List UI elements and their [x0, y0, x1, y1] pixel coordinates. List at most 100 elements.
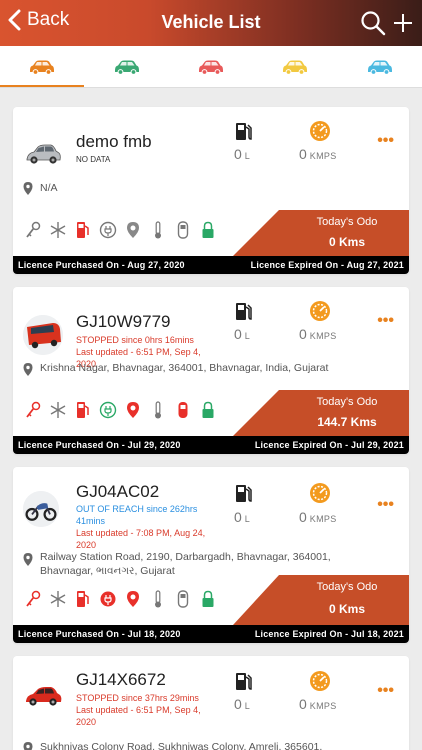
ignition-key-icon	[23, 399, 42, 421]
ignition-key-icon	[23, 219, 42, 241]
ac-snowflake-icon	[48, 588, 67, 610]
gps-pin-icon	[123, 588, 142, 610]
ac-snowflake-icon	[48, 219, 67, 241]
odo-value: 144.7 Kms	[317, 415, 377, 429]
todays-odo-banner: Today's Odo 0 Kms	[233, 575, 409, 625]
fuel-unit: L	[244, 331, 251, 341]
speed-reading: 0 KMPS	[299, 146, 337, 162]
vehicle-card[interactable]: GJ10W9779 STOPPED since 0hrs 16mins Last…	[13, 287, 409, 454]
vehicle-card[interactable]: GJ14X6672 STOPPED since 37hrs 29mins Las…	[13, 656, 409, 750]
gps-pin-icon	[123, 219, 142, 241]
app-header: Back Vehicle List	[0, 0, 422, 46]
door-icon	[173, 219, 192, 241]
vehicle-thumbnail-bus	[23, 315, 63, 355]
chevron-left-icon	[8, 9, 21, 31]
sensor-status-row	[23, 588, 217, 610]
speed-unit: KMPS	[309, 701, 337, 711]
car-icon	[283, 60, 308, 75]
odo-label: Today's Odo	[316, 216, 378, 228]
fuel-sensor-icon	[73, 219, 92, 241]
fuel-reading: 0L	[234, 326, 250, 342]
vehicle-address: Railway Station Road, 2190, Darbargadh, …	[40, 551, 331, 577]
location-pin-icon	[23, 182, 33, 195]
sensor-status-row	[23, 219, 217, 241]
fuel-pump-icon	[236, 123, 252, 140]
power-plug-icon	[98, 399, 117, 421]
door-icon	[173, 588, 192, 610]
door-icon	[173, 399, 192, 421]
ignition-key-icon	[23, 588, 42, 610]
vehicle-status: OUT OF REACH since 262hrs 41mins Last up…	[76, 503, 216, 551]
licence-expired: Licence Expired On - Jul 18, 2021	[254, 629, 404, 639]
speed-reading: 0 KMPS	[299, 326, 337, 342]
speed-value: 0	[299, 509, 307, 525]
search-icon[interactable]	[360, 10, 386, 36]
fuel-unit: L	[244, 514, 251, 524]
location-pin-icon	[23, 363, 33, 376]
vehicle-list: demo fmb NO DATA 0L 0 KMPS ••• N/A Today'…	[0, 88, 422, 750]
temperature-icon	[148, 588, 167, 610]
fuel-sensor-icon	[73, 588, 92, 610]
fuel-sensor-icon	[73, 399, 92, 421]
fuel-pump-icon	[236, 303, 252, 320]
temperature-icon	[148, 399, 167, 421]
sensor-status-row	[23, 399, 217, 421]
fuel-value: 0	[234, 509, 242, 525]
fuel-reading: 0L	[234, 696, 250, 712]
licence-bar: Licence Purchased On - Aug 27, 2020 Lice…	[13, 256, 409, 274]
more-options-icon[interactable]: •••	[377, 132, 394, 150]
speed-reading: 0 KMPS	[299, 696, 337, 712]
speed-unit: KMPS	[309, 151, 337, 161]
add-icon[interactable]	[392, 10, 414, 36]
licence-purchased: Licence Purchased On - Aug 27, 2020	[18, 260, 185, 270]
vehicle-name: demo fmb	[76, 132, 152, 151]
vehicle-card[interactable]: demo fmb NO DATA 0L 0 KMPS ••• N/A Today'…	[13, 107, 409, 274]
speedometer-icon	[310, 301, 330, 321]
last-updated: Last updated - 6:51 PM, Sep 4, 2020	[76, 705, 201, 727]
fuel-reading: 0L	[234, 509, 250, 525]
location-pin-icon	[23, 742, 33, 750]
fuel-unit: L	[244, 701, 251, 711]
tab-inactive[interactable]	[338, 46, 422, 87]
licence-expired: Licence Expired On - Aug 27, 2021	[250, 260, 404, 270]
fuel-pump-icon	[236, 485, 252, 502]
power-plug-icon	[98, 219, 117, 241]
last-updated: Last updated - 7:08 PM, Aug 24, 2020	[76, 528, 206, 550]
licence-bar: Licence Purchased On - Jul 29, 2020 Lice…	[13, 436, 409, 454]
vehicle-status: STOPPED since 37hrs 29mins Last updated …	[76, 692, 216, 728]
vehicle-name: GJ04AC02	[76, 482, 160, 501]
fuel-value: 0	[234, 146, 242, 162]
speedometer-icon	[310, 483, 330, 503]
power-plug-icon	[98, 588, 117, 610]
ac-snowflake-icon	[48, 399, 67, 421]
fuel-value: 0	[234, 326, 242, 342]
temperature-icon	[148, 219, 167, 241]
car-icon	[114, 60, 139, 75]
vehicle-status: NO DATA	[76, 154, 216, 166]
odo-label: Today's Odo	[316, 581, 378, 593]
vehicle-name: GJ10W9779	[76, 312, 171, 331]
licence-expired: Licence Expired On - Jul 29, 2021	[254, 440, 404, 450]
gps-pin-icon	[123, 399, 142, 421]
tab-idle[interactable]	[253, 46, 337, 87]
back-button[interactable]: Back	[8, 9, 69, 31]
vehicle-thumbnail-car	[26, 144, 61, 164]
speedometer-icon	[310, 671, 330, 691]
speed-unit: KMPS	[309, 331, 337, 341]
fuel-reading: 0L	[234, 146, 250, 162]
todays-odo-banner: Today's Odo 0 Kms	[233, 210, 409, 256]
licence-bar: Licence Purchased On - Jul 18, 2020 Lice…	[13, 625, 409, 643]
licence-purchased: Licence Purchased On - Jul 18, 2020	[18, 629, 181, 639]
fuel-unit: L	[244, 151, 251, 161]
more-options-icon[interactable]: •••	[377, 682, 394, 700]
tab-all[interactable]	[0, 46, 85, 87]
vehicle-card[interactable]: GJ04AC02 OUT OF REACH since 262hrs 41min…	[13, 467, 409, 643]
more-options-icon[interactable]: •••	[377, 496, 394, 514]
tab-running[interactable]	[84, 46, 168, 87]
status-text: NO DATA	[76, 155, 111, 164]
vehicle-address: Sukhnivas Colony Road, Sukhniwas Colony,…	[40, 741, 323, 750]
todays-odo-banner: Today's Odo 144.7 Kms	[233, 390, 409, 436]
tab-stopped[interactable]	[169, 46, 253, 87]
odo-label: Today's Odo	[316, 396, 378, 408]
more-options-icon[interactable]: •••	[377, 312, 394, 330]
